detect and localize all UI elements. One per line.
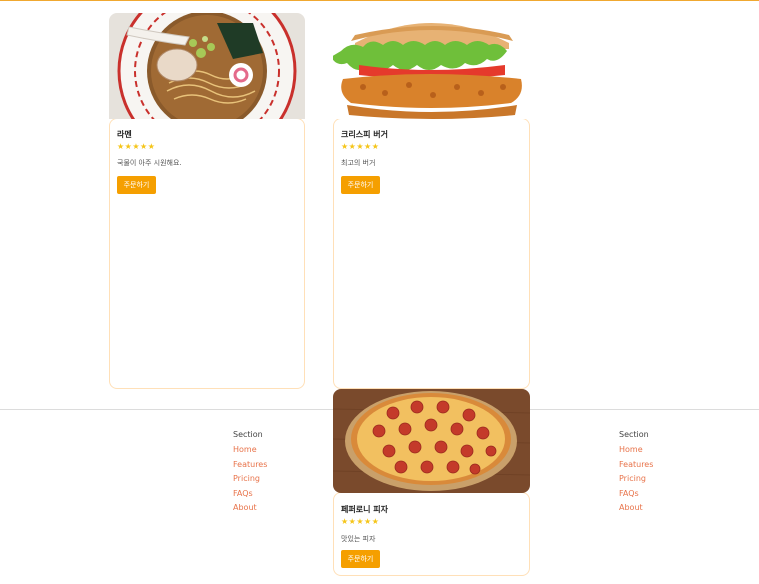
footer-link-about[interactable]: About <box>619 503 653 518</box>
card-title: 크리스피 버거 <box>341 130 388 139</box>
card-description: 국물이 아주 시원해요. <box>117 159 182 167</box>
footer-link-faqs[interactable]: FAQs <box>233 489 267 504</box>
footer-heading: Section <box>619 430 649 439</box>
footer-link-faqs[interactable]: FAQs <box>619 489 653 504</box>
footer-link-home[interactable]: Home <box>233 445 267 460</box>
menu-card-ramen: 라멘 ★★★★★ 국물이 아주 시원해요. 주문하기 <box>109 118 305 389</box>
footer-column-left: Section Home Features Pricing FAQs About <box>233 430 267 518</box>
card-title: 페퍼로니 피자 <box>341 505 388 514</box>
footer-link-about[interactable]: About <box>233 503 267 518</box>
menu-card-pizza: 페퍼로니 피자 ★★★★★ 맛있는 피자 주문하기 <box>333 492 530 576</box>
card-title: 라멘 <box>117 130 132 139</box>
footer-column-right: Section Home Features Pricing FAQs About <box>619 430 653 518</box>
rating-stars: ★★★★★ <box>117 142 156 151</box>
order-button[interactable]: 주문하기 <box>117 176 156 194</box>
menu-card-burger: 크리스피 버거 ★★★★★ 최고의 버거 주문하기 <box>333 118 530 389</box>
footer-link-pricing[interactable]: Pricing <box>233 474 267 489</box>
pizza-image <box>333 389 530 493</box>
rating-stars: ★★★★★ <box>341 142 380 151</box>
order-button[interactable]: 주문하기 <box>341 550 380 568</box>
footer-link-features[interactable]: Features <box>233 460 267 475</box>
footer-link-home[interactable]: Home <box>619 445 653 460</box>
card-description: 최고의 버거 <box>341 159 376 167</box>
order-button[interactable]: 주문하기 <box>341 176 380 194</box>
rating-stars: ★★★★★ <box>341 517 380 526</box>
footer-link-pricing[interactable]: Pricing <box>619 474 653 489</box>
card-description: 맛있는 피자 <box>341 535 376 543</box>
footer-heading: Section <box>233 430 263 439</box>
ramen-image <box>109 13 305 119</box>
burger-image <box>333 13 530 119</box>
footer-link-features[interactable]: Features <box>619 460 653 475</box>
top-rule <box>0 0 759 1</box>
